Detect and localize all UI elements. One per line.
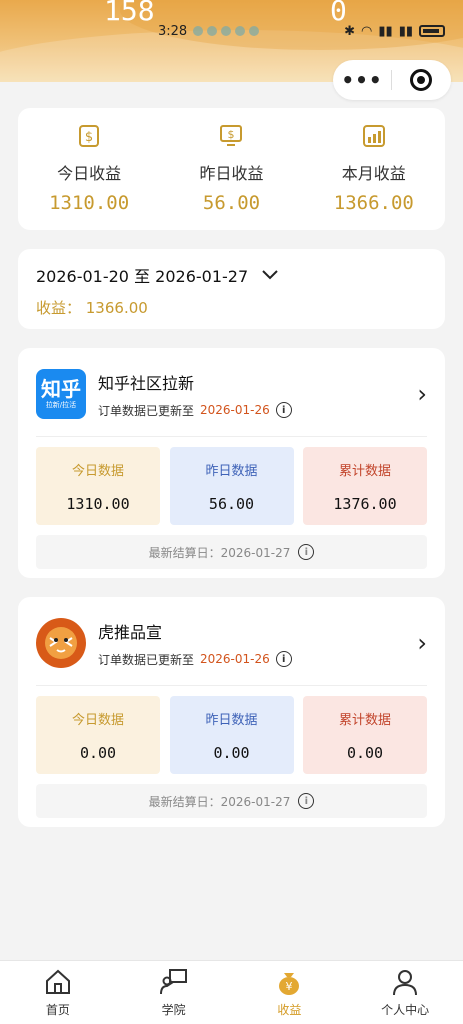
platform-update: 订单数据已更新至 2026-01-26 i bbox=[98, 651, 417, 668]
info-icon[interactable]: i bbox=[298, 793, 315, 809]
svg-text:$: $ bbox=[85, 130, 93, 145]
summary-value: 56.00 bbox=[202, 192, 261, 214]
svg-text:$: $ bbox=[228, 128, 235, 141]
mini-program-capsule: ••• bbox=[333, 60, 451, 100]
signal-icon-2: ▮▮ bbox=[398, 23, 413, 39]
summary-value: 1366.00 bbox=[333, 192, 414, 214]
yesterday-data-tile: 昨日数据 56.00 bbox=[169, 447, 294, 525]
platform-card-zhihu[interactable]: 知乎 拉新/拉活 知乎社区拉新 订单数据已更新至 2026-01-26 i › … bbox=[18, 348, 445, 578]
date-range-text: 2026-01-20 至 2026-01-27 bbox=[36, 267, 249, 286]
total-data-tile: 累计数据 1376.00 bbox=[303, 447, 427, 525]
today-data-tile: 今日数据 0.00 bbox=[36, 696, 160, 774]
close-mini-program-button[interactable] bbox=[392, 69, 450, 91]
dollar-monitor-icon: $ bbox=[220, 125, 243, 146]
wifi-icon: ◠ bbox=[361, 23, 373, 39]
tab-home[interactable]: 首页 bbox=[0, 961, 116, 1024]
person-icon bbox=[393, 970, 418, 996]
chart-up-icon bbox=[362, 125, 385, 147]
chevron-right-icon[interactable]: › bbox=[417, 380, 427, 408]
bottom-tab-bar: 首页 学院 ¥ 收益 个人中心 bbox=[0, 960, 463, 1024]
tab-academy[interactable]: 学院 bbox=[116, 961, 232, 1024]
notification-icons bbox=[193, 26, 260, 36]
summary-today: $ 今日收益 1310.00 bbox=[24, 124, 154, 230]
income-summary-card: $ 今日收益 1310.00 $ 昨日收益 56.00 本月收益 1366.00 bbox=[18, 108, 445, 230]
divider bbox=[36, 685, 427, 686]
update-date: 2026-01-26 bbox=[200, 403, 270, 417]
summary-value: 1310.00 bbox=[49, 192, 130, 214]
platform-header[interactable]: 虎推品宣 订单数据已更新至 2026-01-26 i › bbox=[36, 613, 427, 673]
platform-header[interactable]: 知乎 拉新/拉活 知乎社区拉新 订单数据已更新至 2026-01-26 i › bbox=[36, 364, 427, 424]
yesterday-data-tile: 昨日数据 0.00 bbox=[169, 696, 294, 774]
tiger-logo bbox=[36, 618, 86, 668]
teacher-board-icon bbox=[159, 969, 187, 995]
summary-label: 今日收益 bbox=[57, 164, 122, 183]
total-data-tile: 累计数据 0.00 bbox=[303, 696, 427, 774]
settlement-date: 最新结算日：2026-01-27 i bbox=[36, 784, 427, 818]
summary-label: 昨日收益 bbox=[199, 164, 264, 183]
chevron-down-icon bbox=[262, 270, 278, 280]
more-menu-button[interactable]: ••• bbox=[333, 68, 391, 92]
summary-month: 本月收益 1366.00 bbox=[309, 124, 439, 230]
update-date: 2026-01-26 bbox=[200, 652, 270, 666]
platform-update: 订单数据已更新至 2026-01-26 i bbox=[98, 402, 417, 419]
data-tiles: 今日数据 0.00 昨日数据 0.00 累计数据 0.00 bbox=[36, 696, 427, 774]
summary-yesterday: $ 昨日收益 56.00 bbox=[166, 124, 296, 230]
summary-label: 本月收益 bbox=[341, 164, 406, 183]
tab-profile[interactable]: 个人中心 bbox=[347, 961, 463, 1024]
platform-card-hutui[interactable]: 虎推品宣 订单数据已更新至 2026-01-26 i › 今日数据 0.00 昨… bbox=[18, 597, 445, 827]
info-icon[interactable]: i bbox=[298, 544, 315, 560]
info-icon[interactable]: i bbox=[275, 402, 292, 418]
today-data-tile: 今日数据 1310.00 bbox=[36, 447, 160, 525]
date-range-selector[interactable]: 2026-01-20 至 2026-01-27 bbox=[36, 263, 427, 287]
status-bar: 3:28 ✱ ◠ ▮▮ ▮▮ bbox=[158, 20, 445, 42]
settlement-date: 最新结算日：2026-01-27 i bbox=[36, 535, 427, 569]
info-icon[interactable]: i bbox=[275, 651, 292, 667]
header-number-left: 158 bbox=[104, 0, 155, 27]
chevron-right-icon[interactable]: › bbox=[417, 629, 427, 657]
home-icon bbox=[45, 969, 70, 994]
signal-icon: ▮▮ bbox=[378, 23, 393, 39]
platform-name: 虎推品宣 bbox=[98, 622, 163, 642]
battery-icon bbox=[419, 25, 445, 37]
divider bbox=[36, 436, 427, 437]
platform-name: 知乎社区拉新 bbox=[98, 373, 195, 393]
date-range-card: 2026-01-20 至 2026-01-27 收益： 1366.00 bbox=[18, 249, 445, 329]
dollar-coin-icon: $ bbox=[79, 125, 100, 147]
range-income: 收益： 1366.00 bbox=[36, 299, 148, 317]
status-time: 3:28 bbox=[158, 23, 188, 39]
target-icon bbox=[410, 69, 432, 91]
money-bag-icon: ¥ bbox=[279, 973, 300, 995]
svg-text:¥: ¥ bbox=[286, 980, 293, 993]
tab-income[interactable]: ¥ 收益 bbox=[232, 961, 348, 1024]
zhihu-logo: 知乎 拉新/拉活 bbox=[36, 369, 86, 419]
data-tiles: 今日数据 1310.00 昨日数据 56.00 累计数据 1376.00 bbox=[36, 447, 427, 525]
bluetooth-icon: ✱ bbox=[344, 23, 356, 39]
